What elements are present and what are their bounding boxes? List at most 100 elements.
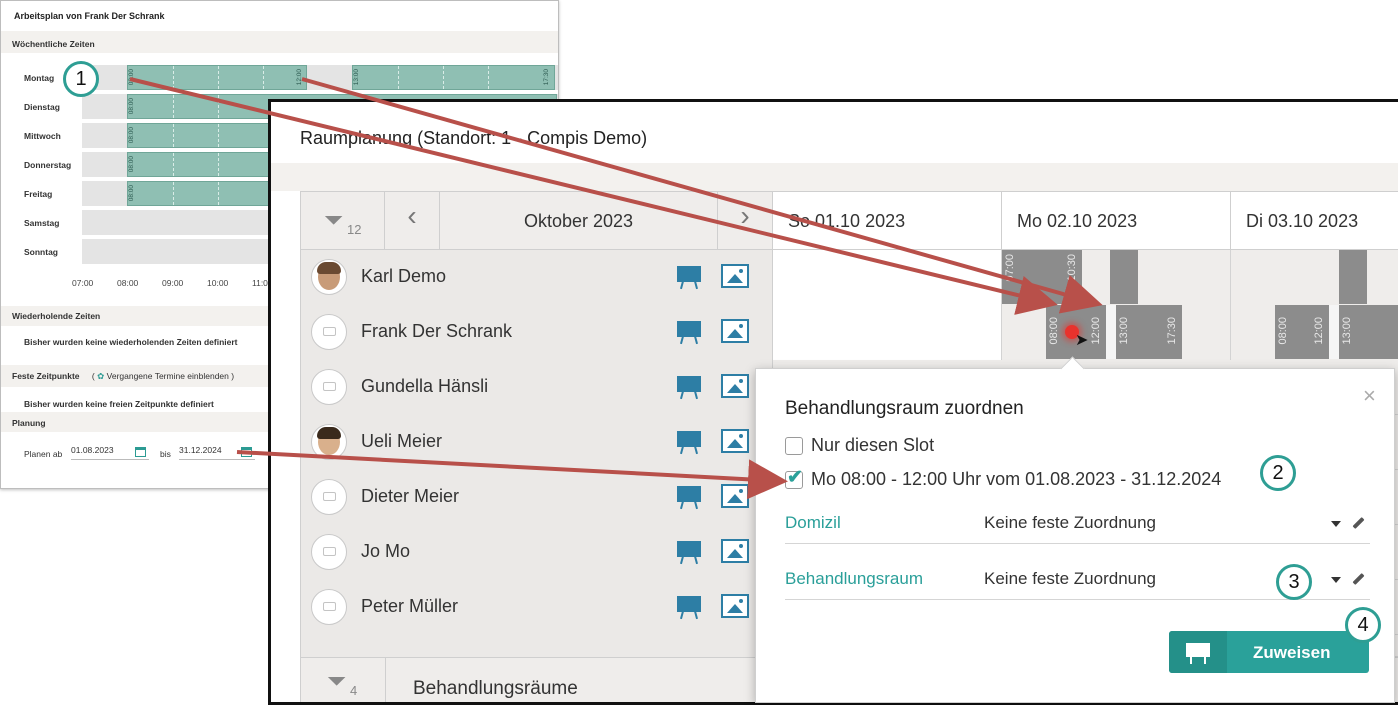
person-row: Karl Demo 07:00 10:30	[301, 250, 1398, 305]
person-cell: Frank Der Schrank	[301, 305, 773, 360]
avatar	[311, 589, 347, 625]
room-label: Behandlungsraum	[785, 569, 923, 588]
next-month-button[interactable]: ›	[718, 192, 773, 250]
chevron-down-icon[interactable]	[1331, 577, 1341, 583]
filter-button[interactable]: ⏷ 12	[301, 192, 385, 250]
filter-icon: ⏷	[327, 668, 347, 695]
day-header-di: Di 03.10 2023	[1231, 192, 1398, 250]
bar-start-label: 08:00	[1048, 317, 1060, 345]
camera-icon	[323, 327, 336, 336]
day-header-so: So 01.10 2023	[773, 192, 1002, 250]
plan-to-label: bis	[160, 449, 171, 459]
weekly-section-header: Wöchentliche Zeiten	[1, 31, 558, 53]
person-name: Karl Demo	[361, 266, 447, 286]
chevron-down-icon[interactable]	[1331, 521, 1341, 527]
hour-tick: 11:0	[252, 278, 268, 288]
pencil-icon[interactable]	[1352, 572, 1365, 586]
easel-icon[interactable]	[676, 375, 702, 400]
person-cell	[301, 635, 773, 657]
image-icon[interactable]	[721, 429, 749, 453]
assign-button[interactable]: Zuweisen	[1169, 631, 1369, 673]
cursor-icon: ➤	[1075, 332, 1089, 349]
assign-button-label: Zuweisen	[1253, 643, 1331, 662]
avatar	[311, 424, 347, 460]
room-select[interactable]: Keine feste Zuordnung	[984, 569, 1156, 589]
image-icon[interactable]	[721, 374, 749, 398]
annotation-badge-3: 3	[1276, 564, 1312, 600]
raumplanung-title: Raumplanung (Standort: 1 - Compis Demo)	[300, 128, 648, 148]
toggle-label: Vergangene Termine einblenden )	[106, 371, 235, 381]
easel-icon[interactable]	[676, 485, 702, 510]
busy-bar[interactable]	[1110, 250, 1138, 304]
series-checkbox[interactable]: ✔	[785, 467, 803, 489]
easel-icon[interactable]	[676, 540, 702, 565]
work-slot-afternoon[interactable]: 13:00 17:30	[352, 65, 555, 90]
filter-icon: ⏷	[324, 207, 344, 234]
day-header-text: Di 03.10 2023	[1246, 211, 1359, 231]
day-header-mo: Mo 02.10 2023	[1002, 192, 1231, 250]
busy-bar[interactable]: 13:00	[1339, 305, 1398, 359]
bar-end-label: 17:30	[1166, 317, 1178, 345]
arbeitsplan-title: Arbeitsplan von Frank Der Schrank	[14, 11, 165, 21]
rooms-filter-button[interactable]: ⏷ 4	[301, 658, 386, 702]
person-cell: Dieter Meier	[301, 470, 773, 525]
chevron-right-icon: ›	[740, 200, 750, 231]
chevron-left-icon: ‹	[407, 200, 417, 231]
easel-icon[interactable]	[676, 265, 702, 290]
person-name: Dieter Meier	[361, 486, 460, 506]
close-icon[interactable]: ×	[1363, 383, 1376, 409]
work-slot-morning[interactable]: 08:00 12:00	[127, 65, 307, 90]
slot-start-label: 08:00	[128, 98, 135, 115]
easel-icon[interactable]	[676, 595, 702, 620]
plan-to-value: 31.12.2024	[179, 445, 222, 455]
easel-icon	[1169, 631, 1227, 673]
bar-start-label: 08:00	[1277, 317, 1289, 345]
person-name: Gundella Hänsli	[361, 376, 489, 396]
busy-bar[interactable]: 07:00 10:30	[1002, 250, 1082, 304]
pencil-icon[interactable]	[1352, 516, 1365, 530]
busy-bar[interactable]: 13:00 17:30	[1116, 305, 1182, 359]
slot-start-label: 08:00	[128, 127, 135, 144]
person-cell: Ueli Meier	[301, 415, 773, 470]
day-label: Montag	[24, 73, 55, 83]
series-label: Mo 08:00 - 12:00 Uhr vom 01.08.2023 - 31…	[811, 469, 1222, 489]
camera-icon	[323, 382, 336, 391]
calendar-icon[interactable]	[135, 447, 146, 457]
plan-from-label: Planen ab	[24, 449, 63, 459]
easel-icon[interactable]	[676, 430, 702, 455]
recurring-empty-text: Bisher wurden keine wiederholenden Zeite…	[24, 337, 238, 347]
bar-end-label: 10:30	[1066, 254, 1078, 282]
fixed-section-label: Feste Zeitpunkte	[12, 371, 80, 381]
filter-count: 12	[347, 222, 362, 237]
busy-bar[interactable]: 08:00 12:00	[1275, 305, 1329, 359]
filter-count: 4	[350, 683, 358, 698]
day-cell: 07:00 10:30	[1002, 250, 1231, 305]
hair	[317, 262, 341, 274]
annotation-badge-1: 1	[63, 61, 99, 97]
slot-start-label: 08:00	[128, 156, 135, 173]
image-icon[interactable]	[721, 539, 749, 563]
avatar	[311, 479, 347, 515]
slot-end-label: 12:00	[296, 69, 303, 86]
image-icon[interactable]	[721, 264, 749, 288]
easel-icon[interactable]	[676, 320, 702, 345]
only-slot-checkbox[interactable]	[785, 437, 803, 455]
person-cell: Karl Demo	[301, 250, 773, 305]
bar-start-label: 13:00	[1118, 317, 1130, 345]
busy-bar[interactable]	[1339, 250, 1367, 304]
avatar	[311, 534, 347, 570]
domizil-select[interactable]: Keine feste Zuordnung	[984, 513, 1156, 533]
avatar	[311, 314, 347, 350]
day-label: Samstag	[24, 218, 60, 228]
image-icon[interactable]	[721, 594, 749, 618]
image-icon[interactable]	[721, 319, 749, 343]
slot-start-label: 13:00	[353, 69, 360, 86]
day-cell	[1231, 250, 1398, 305]
camera-icon	[323, 492, 336, 501]
calendar-icon[interactable]	[241, 447, 252, 457]
checkmark-icon: ✔	[787, 467, 803, 488]
prev-month-button[interactable]: ‹	[385, 192, 440, 250]
past-appointments-toggle[interactable]: ( ✿ Vergangene Termine einblenden )	[92, 371, 234, 381]
day-header-text: So 01.10 2023	[788, 211, 906, 231]
image-icon[interactable]	[721, 484, 749, 508]
